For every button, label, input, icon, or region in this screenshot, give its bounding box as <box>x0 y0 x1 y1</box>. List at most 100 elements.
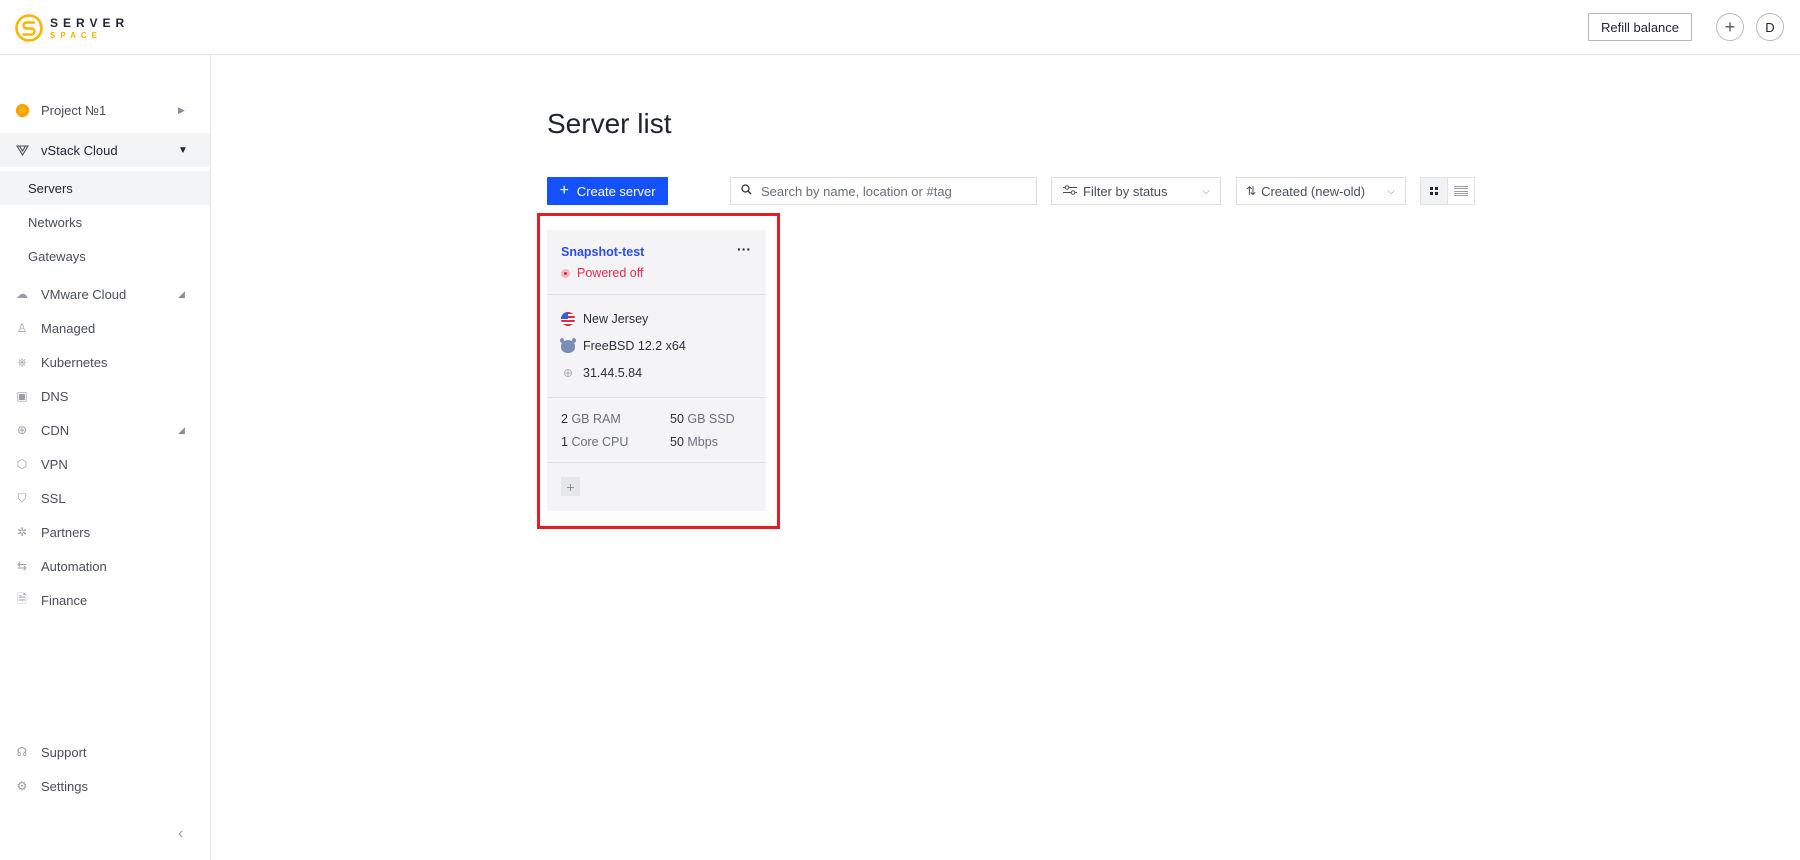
sidebar-item-vpn[interactable]: ⬡ VPN <box>0 447 210 481</box>
view-mode-toggle <box>1420 177 1475 205</box>
sidebar-item-label: Automation <box>41 558 107 574</box>
sidebar-item-vmware-cloud[interactable]: ☁ VMware Cloud ◢ <box>0 277 210 311</box>
server-os: FreeBSD 12.2 x64 <box>560 337 686 353</box>
collapse-sidebar-icon[interactable]: ‹ <box>178 825 183 843</box>
server-card[interactable]: Snapshot-test ··· Powered off New Jersey… <box>547 230 766 511</box>
sidebar-item-label: DNS <box>41 388 69 404</box>
vpn-icon: ⬡ <box>16 457 28 471</box>
sidebar-item-gateways[interactable]: Gateways <box>0 239 210 273</box>
project-selector[interactable]: Project №1 ▶ <box>0 93 210 127</box>
globe-icon: ⊕ <box>562 366 574 380</box>
sidebar-item-dns[interactable]: ▣ DNS <box>0 379 210 413</box>
caret-down-icon: ▼ <box>178 144 188 156</box>
top-header: SERVER SPACE Refill balance + D <box>0 0 1800 55</box>
list-view-button[interactable] <box>1448 178 1474 204</box>
project-label: Project №1 <box>41 102 107 118</box>
logo-text-space: SPACE <box>50 30 102 40</box>
arrows-icon: ⇆ <box>16 559 28 573</box>
sidebar-item-label: Support <box>41 744 87 760</box>
expand-arrow-icon: ◢ <box>178 424 185 435</box>
chevron-down-icon: ⌵ <box>1387 185 1395 197</box>
sidebar-item-finance[interactable]: 🗎 Finance <box>0 583 210 617</box>
more-options-icon[interactable]: ··· <box>737 241 751 257</box>
server-location: New Jersey <box>561 312 648 326</box>
ip-text: 31.44.5.84 <box>583 366 643 380</box>
sidebar-item-label: VMware Cloud <box>41 286 127 302</box>
kubernetes-icon: ⎈ <box>17 354 27 369</box>
bandwidth-unit: Mbps <box>687 435 718 449</box>
sidebar-item-managed[interactable]: ♙ Managed <box>0 311 210 345</box>
document-icon: 🗎 <box>17 591 27 606</box>
status-text: Powered off <box>577 266 644 280</box>
sidebar-item-cdn[interactable]: ⊕ CDN ◢ <box>0 413 210 447</box>
chevron-down-icon: ⌵ <box>1202 185 1210 197</box>
filter-sliders-icon <box>1063 184 1077 198</box>
sidebar-item-networks[interactable]: Networks <box>0 205 210 239</box>
search-icon <box>741 184 755 198</box>
sidebar-section-vstack-cloud[interactable]: vStack Cloud ▼ <box>0 133 210 167</box>
gear-icon: ⚙ <box>16 779 28 793</box>
sidebar-item-label: Networks <box>28 214 83 230</box>
cpu-unit: Core CPU <box>571 435 629 449</box>
logo[interactable]: SERVER SPACE <box>14 13 129 43</box>
bandwidth-value: 50 <box>670 435 684 449</box>
avatar[interactable]: D <box>1756 13 1784 41</box>
grid-view-button[interactable] <box>1421 178 1448 204</box>
globe-icon: ⊕ <box>16 423 28 437</box>
bandwidth-spec: 50 Mbps <box>670 435 718 449</box>
server-ip: ⊕ 31.44.5.84 <box>561 366 642 380</box>
freebsd-icon <box>560 337 576 353</box>
add-button[interactable]: + <box>1716 13 1744 41</box>
filter-by-status-dropdown[interactable]: Filter by status ⌵ <box>1051 177 1221 205</box>
partners-icon: ✲ <box>16 525 28 539</box>
sidebar-item-label: VPN <box>41 456 68 472</box>
disk-spec: 50 GB SSD <box>670 412 735 426</box>
sidebar-item-kubernetes[interactable]: ⎈ Kubernetes <box>0 345 210 379</box>
ram-value: 2 <box>561 412 568 426</box>
sidebar-item-servers[interactable]: Servers <box>0 171 210 205</box>
plus-icon: + <box>1724 16 1736 37</box>
cloud-icon: ☁ <box>16 287 28 301</box>
os-text: FreeBSD 12.2 x64 <box>583 339 686 353</box>
sidebar-item-label: Managed <box>41 320 96 336</box>
us-flag-icon <box>561 312 575 326</box>
grid-icon <box>1429 187 1438 195</box>
disk-unit: GB SSD <box>687 412 735 426</box>
add-tag-button[interactable]: + <box>561 477 580 496</box>
sidebar-item-label: SSL <box>41 490 66 506</box>
dns-icon: ▣ <box>16 389 28 403</box>
chevron-right-icon: ▶ <box>178 104 185 115</box>
sidebar-item-label: CDN <box>41 422 70 438</box>
vstack-icon <box>15 143 29 157</box>
create-server-label: Create server <box>576 183 656 199</box>
sidebar-item-automation[interactable]: ⇆ Automation <box>0 549 210 583</box>
sort-dropdown[interactable]: ⇅ Created (new-old) ⌵ <box>1236 177 1406 205</box>
ram-unit: GB RAM <box>571 412 621 426</box>
server-name-link[interactable]: Snapshot-test <box>561 245 644 259</box>
create-server-button[interactable]: + Create server <box>547 177 668 205</box>
sidebar-item-label: Gateways <box>28 248 86 264</box>
expand-arrow-icon: ◢ <box>178 288 185 299</box>
search-input[interactable] <box>761 183 1021 199</box>
cpu-value: 1 <box>561 435 568 449</box>
sidebar-item-label: Finance <box>41 592 88 608</box>
sidebar-item-label: Servers <box>28 180 73 196</box>
divider <box>547 294 766 295</box>
headset-icon: ☊ <box>16 745 28 759</box>
divider <box>547 397 766 398</box>
sidebar-item-ssl[interactable]: ⛉ SSL <box>0 481 210 515</box>
sidebar-item-settings[interactable]: ⚙ Settings <box>0 769 210 803</box>
sidebar-item-label: Kubernetes <box>41 354 108 370</box>
sort-label: Created (new-old) <box>1261 183 1366 199</box>
sort-arrows-icon: ⇅ <box>1246 184 1257 198</box>
sidebar-item-label: Settings <box>41 778 88 794</box>
refill-balance-button[interactable]: Refill balance <box>1588 13 1692 41</box>
sidebar-item-partners[interactable]: ✲ Partners <box>0 515 210 549</box>
ram-spec: 2 GB RAM <box>561 412 621 426</box>
sidebar-item-support[interactable]: ☊ Support <box>0 735 210 769</box>
page-title: Server list <box>547 108 672 139</box>
sidebar-item-label: Partners <box>41 524 91 540</box>
search-box[interactable] <box>730 177 1037 205</box>
sidebar: Project №1 ▶ vStack Cloud ▼ Servers Netw… <box>0 55 211 860</box>
plus-icon: + <box>566 478 575 495</box>
